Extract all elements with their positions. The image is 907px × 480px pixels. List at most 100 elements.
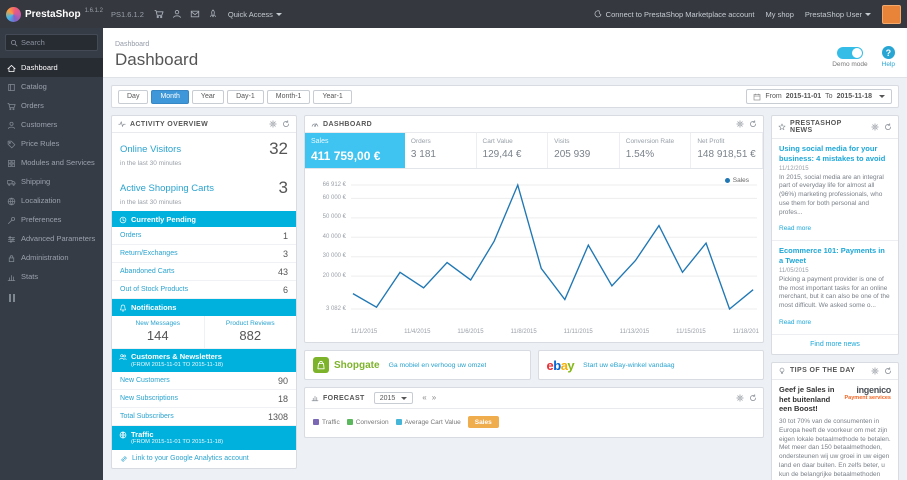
news-title-link[interactable]: Ecommerce 101: Payments in a Tweet xyxy=(779,246,891,266)
sidebar-item-advanced-parameters[interactable]: Advanced Parameters xyxy=(0,229,103,248)
rocket-icon[interactable] xyxy=(208,9,218,19)
news-date: 11/05/2015 xyxy=(779,267,809,274)
chart-legend[interactable]: Sales xyxy=(724,177,749,184)
kpi-conversion-rate[interactable]: Conversion Rate 1.54% xyxy=(620,133,692,168)
forecast-prev-button[interactable]: « xyxy=(421,394,427,402)
read-more-link[interactable]: Read more xyxy=(779,225,811,232)
online-visitors-link[interactable]: Online Visitors xyxy=(120,144,181,155)
row-label[interactable]: Out of Stock Products xyxy=(120,286,188,293)
news-title-link[interactable]: Using social media for your business: 4 … xyxy=(779,144,891,164)
refresh-icon[interactable] xyxy=(282,120,290,128)
read-more-link[interactable]: Read more xyxy=(779,319,811,326)
forecast-next-button[interactable]: » xyxy=(431,394,437,402)
ebay-module-ad[interactable]: ebay Start uw eBay-winkel vandaag xyxy=(537,350,764,380)
y-axis-label: 30 000 € xyxy=(322,253,346,260)
sidebar-item-administration[interactable]: Administration xyxy=(0,248,103,267)
ebay-link[interactable]: Start uw eBay-winkel vandaag xyxy=(583,362,674,369)
demo-mode-toggle[interactable] xyxy=(836,47,863,59)
legend-conversion[interactable]: Conversion xyxy=(346,419,389,426)
row-value: 6 xyxy=(282,284,288,295)
product-reviews-stat[interactable]: Product Reviews 882 xyxy=(203,315,297,348)
kpi-net-profit[interactable]: Net Profit 148 918,51 € xyxy=(691,133,763,168)
google-analytics-link[interactable]: Link to your Google Analytics account xyxy=(112,450,296,468)
legend-label: Average Cart Value xyxy=(404,418,461,426)
help-icon[interactable]: ? xyxy=(881,46,895,59)
filter-day-1-button[interactable]: Day-1 xyxy=(227,89,264,104)
section-title: Currently Pending xyxy=(131,214,197,224)
sidebar-item-label: Stats xyxy=(21,271,39,281)
collapse-menu-button[interactable] xyxy=(0,286,103,310)
prestashop-logo[interactable]: PrestaShop 1.6.1.2 xyxy=(6,6,103,22)
filter-year-1-button[interactable]: Year-1 xyxy=(313,89,352,104)
my-shop-link[interactable]: My shop xyxy=(766,10,794,19)
user-icon[interactable] xyxy=(172,9,182,19)
refresh-icon[interactable] xyxy=(884,367,892,375)
row-value: 1308 xyxy=(267,411,288,422)
row-label[interactable]: Abandoned Carts xyxy=(120,268,174,275)
row-label[interactable]: Return/Exchanges xyxy=(120,250,178,257)
gear-icon[interactable] xyxy=(269,120,277,128)
kpi-orders[interactable]: Orders 3 181 xyxy=(405,133,477,168)
row-label[interactable]: New Subscriptions xyxy=(120,395,178,402)
x-axis-label: 11/8/2015 xyxy=(510,329,537,335)
row-label[interactable]: New Customers xyxy=(120,377,170,384)
filter-month-1-button[interactable]: Month-1 xyxy=(266,89,311,104)
y-axis-label: 40 000 € xyxy=(322,233,346,240)
sidebar-item-localization[interactable]: Localization xyxy=(0,191,103,210)
find-more-news-link[interactable]: Find more news xyxy=(772,335,898,354)
cart-icon[interactable] xyxy=(154,9,164,19)
row-label[interactable]: Orders xyxy=(120,232,141,239)
search-input[interactable] xyxy=(21,38,89,47)
sidebar-item-price-rules[interactable]: Price Rules xyxy=(0,134,103,153)
sidebar-item-orders[interactable]: Orders xyxy=(0,96,103,115)
quick-access-menu[interactable]: Quick Access xyxy=(228,10,282,19)
new-messages-stat[interactable]: New Messages 144 xyxy=(112,316,204,348)
sidebar-item-catalog[interactable]: Catalog xyxy=(0,77,103,96)
traffic-header: Traffic (FROM 2015-11-01 TO 2015-11-18) xyxy=(112,426,296,450)
kpi-cart-value[interactable]: Cart Value 129,44 € xyxy=(477,133,549,168)
to-date: 2015-11-18 xyxy=(836,93,872,100)
shopgate-link[interactable]: Ga mobiel en verhoog uw omzet xyxy=(389,362,487,369)
date-range-picker[interactable]: From 2015-11-01 To 2015-11-18 xyxy=(746,89,892,104)
kpi-sales[interactable]: Sales 411 759,00 € xyxy=(305,133,405,168)
sidebar-item-stats[interactable]: Stats xyxy=(0,267,103,286)
legend-traffic[interactable]: Traffic xyxy=(313,419,340,426)
gear-icon[interactable] xyxy=(736,394,744,402)
shopgate-module-ad[interactable]: Shopgate Ga mobiel en verhoog uw omzet xyxy=(304,350,531,380)
filter-year-button[interactable]: Year xyxy=(191,89,225,104)
filter-month-button[interactable]: Month xyxy=(151,89,189,104)
sidebar-item-customers[interactable]: Customers xyxy=(0,115,103,134)
refresh-icon[interactable] xyxy=(749,120,757,128)
sidebar-item-shipping[interactable]: Shipping xyxy=(0,172,103,191)
active-carts-link[interactable]: Active Shopping Carts xyxy=(120,183,214,194)
refresh-icon[interactable] xyxy=(884,123,892,131)
row-label[interactable]: Total Subscribers xyxy=(120,413,174,420)
chart-icon xyxy=(311,394,319,402)
filter-day-button[interactable]: Day xyxy=(118,89,149,104)
user-avatar[interactable] xyxy=(882,4,901,24)
sidebar-item-preferences[interactable]: Preferences xyxy=(0,210,103,229)
x-axis: 11/1/2015 11/4/2015 11/6/2015 11/8/2015 … xyxy=(305,327,763,342)
currently-pending-header: Currently Pending xyxy=(112,211,296,228)
mail-icon[interactable] xyxy=(190,9,200,19)
user-menu[interactable]: PrestaShop User xyxy=(805,10,871,19)
legend-average-cart-value[interactable]: Average Cart Value xyxy=(395,418,461,426)
dashboard-content: Day Month Year Day-1 Month-1 Year-1 From… xyxy=(103,78,907,480)
forecast-year-select[interactable]: 2015 xyxy=(373,392,414,404)
gear-icon[interactable] xyxy=(736,120,744,128)
refresh-icon[interactable] xyxy=(749,394,757,402)
gear-icon[interactable] xyxy=(871,123,879,131)
legend-sales[interactable]: Sales xyxy=(467,416,499,428)
section-subtitle: (FROM 2015-11-01 TO 2015-11-18) xyxy=(131,439,224,446)
panel-title: FORECAST xyxy=(323,394,365,402)
row-value: 18 xyxy=(277,393,288,404)
sidebar-search[interactable] xyxy=(5,34,98,51)
sidebar-item-modules[interactable]: Modules and Services xyxy=(0,153,103,172)
kpi-value: 1.54% xyxy=(625,149,655,160)
y-axis-label: 66 912 € xyxy=(322,181,346,188)
kpi-visits[interactable]: Visits 205 939 xyxy=(548,133,620,168)
marketplace-connect-link[interactable]: Connect to PrestaShop Marketplace accoun… xyxy=(594,10,755,19)
sidebar-item-dashboard[interactable]: Dashboard xyxy=(0,58,103,77)
customers-row-total-subscribers: Total Subscribers 1308 xyxy=(112,408,296,427)
gear-icon[interactable] xyxy=(871,367,879,375)
